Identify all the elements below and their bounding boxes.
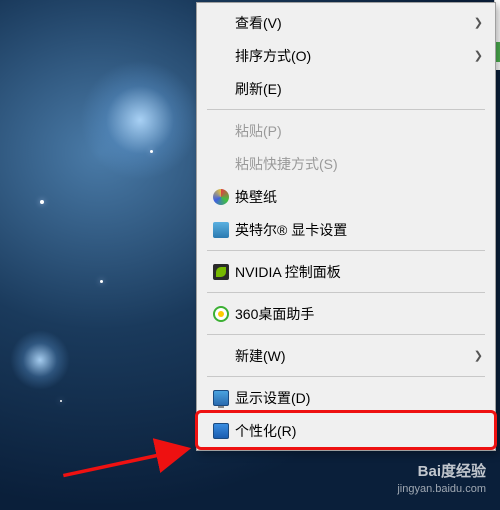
menu-item[interactable]: 个性化(R): [199, 414, 493, 447]
menu-item-label: 排序方式(O): [235, 46, 467, 66]
nvidia-icon: [207, 264, 235, 280]
wallpaper-icon: [207, 189, 235, 205]
menu-item[interactable]: 新建(W)❯: [199, 339, 493, 372]
menu-item[interactable]: 显示设置(D): [199, 381, 493, 414]
menu-item: 粘贴快捷方式(S): [199, 147, 493, 180]
watermark: Bai度经验 jingyan.baidu.com: [397, 462, 486, 496]
watermark-brand: Bai度经验: [397, 462, 486, 482]
chevron-right-icon: ❯: [467, 49, 483, 62]
star-decoration: [40, 200, 44, 204]
menu-item-label: 新建(W): [235, 346, 467, 366]
personalize-icon: [207, 423, 235, 439]
360-icon: [207, 306, 235, 322]
menu-separator: [207, 376, 485, 377]
menu-item-label: 显示设置(D): [235, 388, 483, 408]
menu-item-label: 个性化(R): [235, 421, 483, 441]
menu-item[interactable]: 查看(V)❯: [199, 6, 493, 39]
watermark-url: jingyan.baidu.com: [397, 482, 486, 496]
menu-item-label: 查看(V): [235, 13, 467, 33]
menu-item-label: 换壁纸: [235, 187, 483, 207]
wallpaper-icon: [213, 189, 229, 205]
desktop-context-menu: 查看(V)❯排序方式(O)❯刷新(E)粘贴(P)粘贴快捷方式(S)换壁纸英特尔®…: [196, 2, 496, 451]
menu-item-label: NVIDIA 控制面板: [235, 262, 483, 282]
menu-item-label: 刷新(E): [235, 79, 483, 99]
menu-item-label: 粘贴(P): [235, 121, 483, 141]
menu-item[interactable]: 排序方式(O)❯: [199, 39, 493, 72]
menu-item[interactable]: 英特尔® 显卡设置: [199, 213, 493, 246]
menu-separator: [207, 334, 485, 335]
display-icon: [213, 390, 229, 406]
menu-item[interactable]: NVIDIA 控制面板: [199, 255, 493, 288]
360-icon: [213, 306, 229, 322]
star-decoration: [150, 150, 153, 153]
star-decoration: [60, 400, 62, 402]
menu-separator: [207, 109, 485, 110]
menu-separator: [207, 292, 485, 293]
display-icon: [207, 390, 235, 406]
menu-item: 粘贴(P): [199, 114, 493, 147]
chevron-right-icon: ❯: [467, 349, 483, 362]
menu-item-label: 粘贴快捷方式(S): [235, 154, 483, 174]
menu-item[interactable]: 360桌面助手: [199, 297, 493, 330]
menu-item-label: 英特尔® 显卡设置: [235, 220, 483, 240]
star-decoration: [100, 280, 103, 283]
intel-icon: [207, 222, 235, 238]
menu-item[interactable]: 换壁纸: [199, 180, 493, 213]
menu-item[interactable]: 刷新(E): [199, 72, 493, 105]
nvidia-icon: [213, 264, 229, 280]
chevron-right-icon: ❯: [467, 16, 483, 29]
personalize-icon: [213, 423, 229, 439]
menu-item-label: 360桌面助手: [235, 304, 483, 324]
intel-icon: [213, 222, 229, 238]
menu-separator: [207, 250, 485, 251]
